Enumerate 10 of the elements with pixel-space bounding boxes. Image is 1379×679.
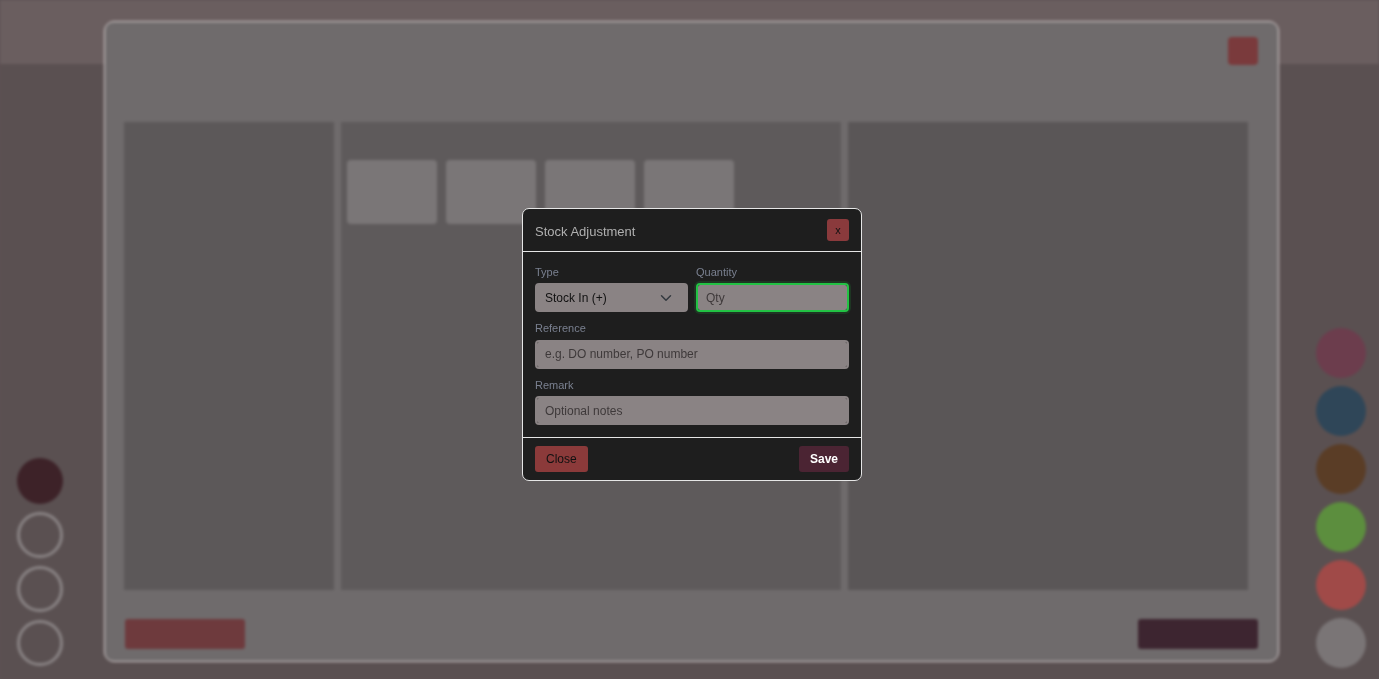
input-field[interactable]: Qty	[696, 283, 849, 312]
dialog-title: Stock Adjustment	[535, 223, 636, 241]
type-select[interactable]: Stock In (+)	[535, 283, 688, 312]
field-label: Remark	[535, 377, 575, 393]
input-field[interactable]: e.g. DO number, PO number	[535, 339, 849, 369]
input-field[interactable]: Optional notes	[535, 396, 849, 425]
field-label: Quantity	[696, 264, 738, 280]
field-label: Type	[535, 264, 560, 280]
save-button[interactable]: Save	[798, 446, 849, 472]
field-label: Reference	[535, 321, 587, 336]
